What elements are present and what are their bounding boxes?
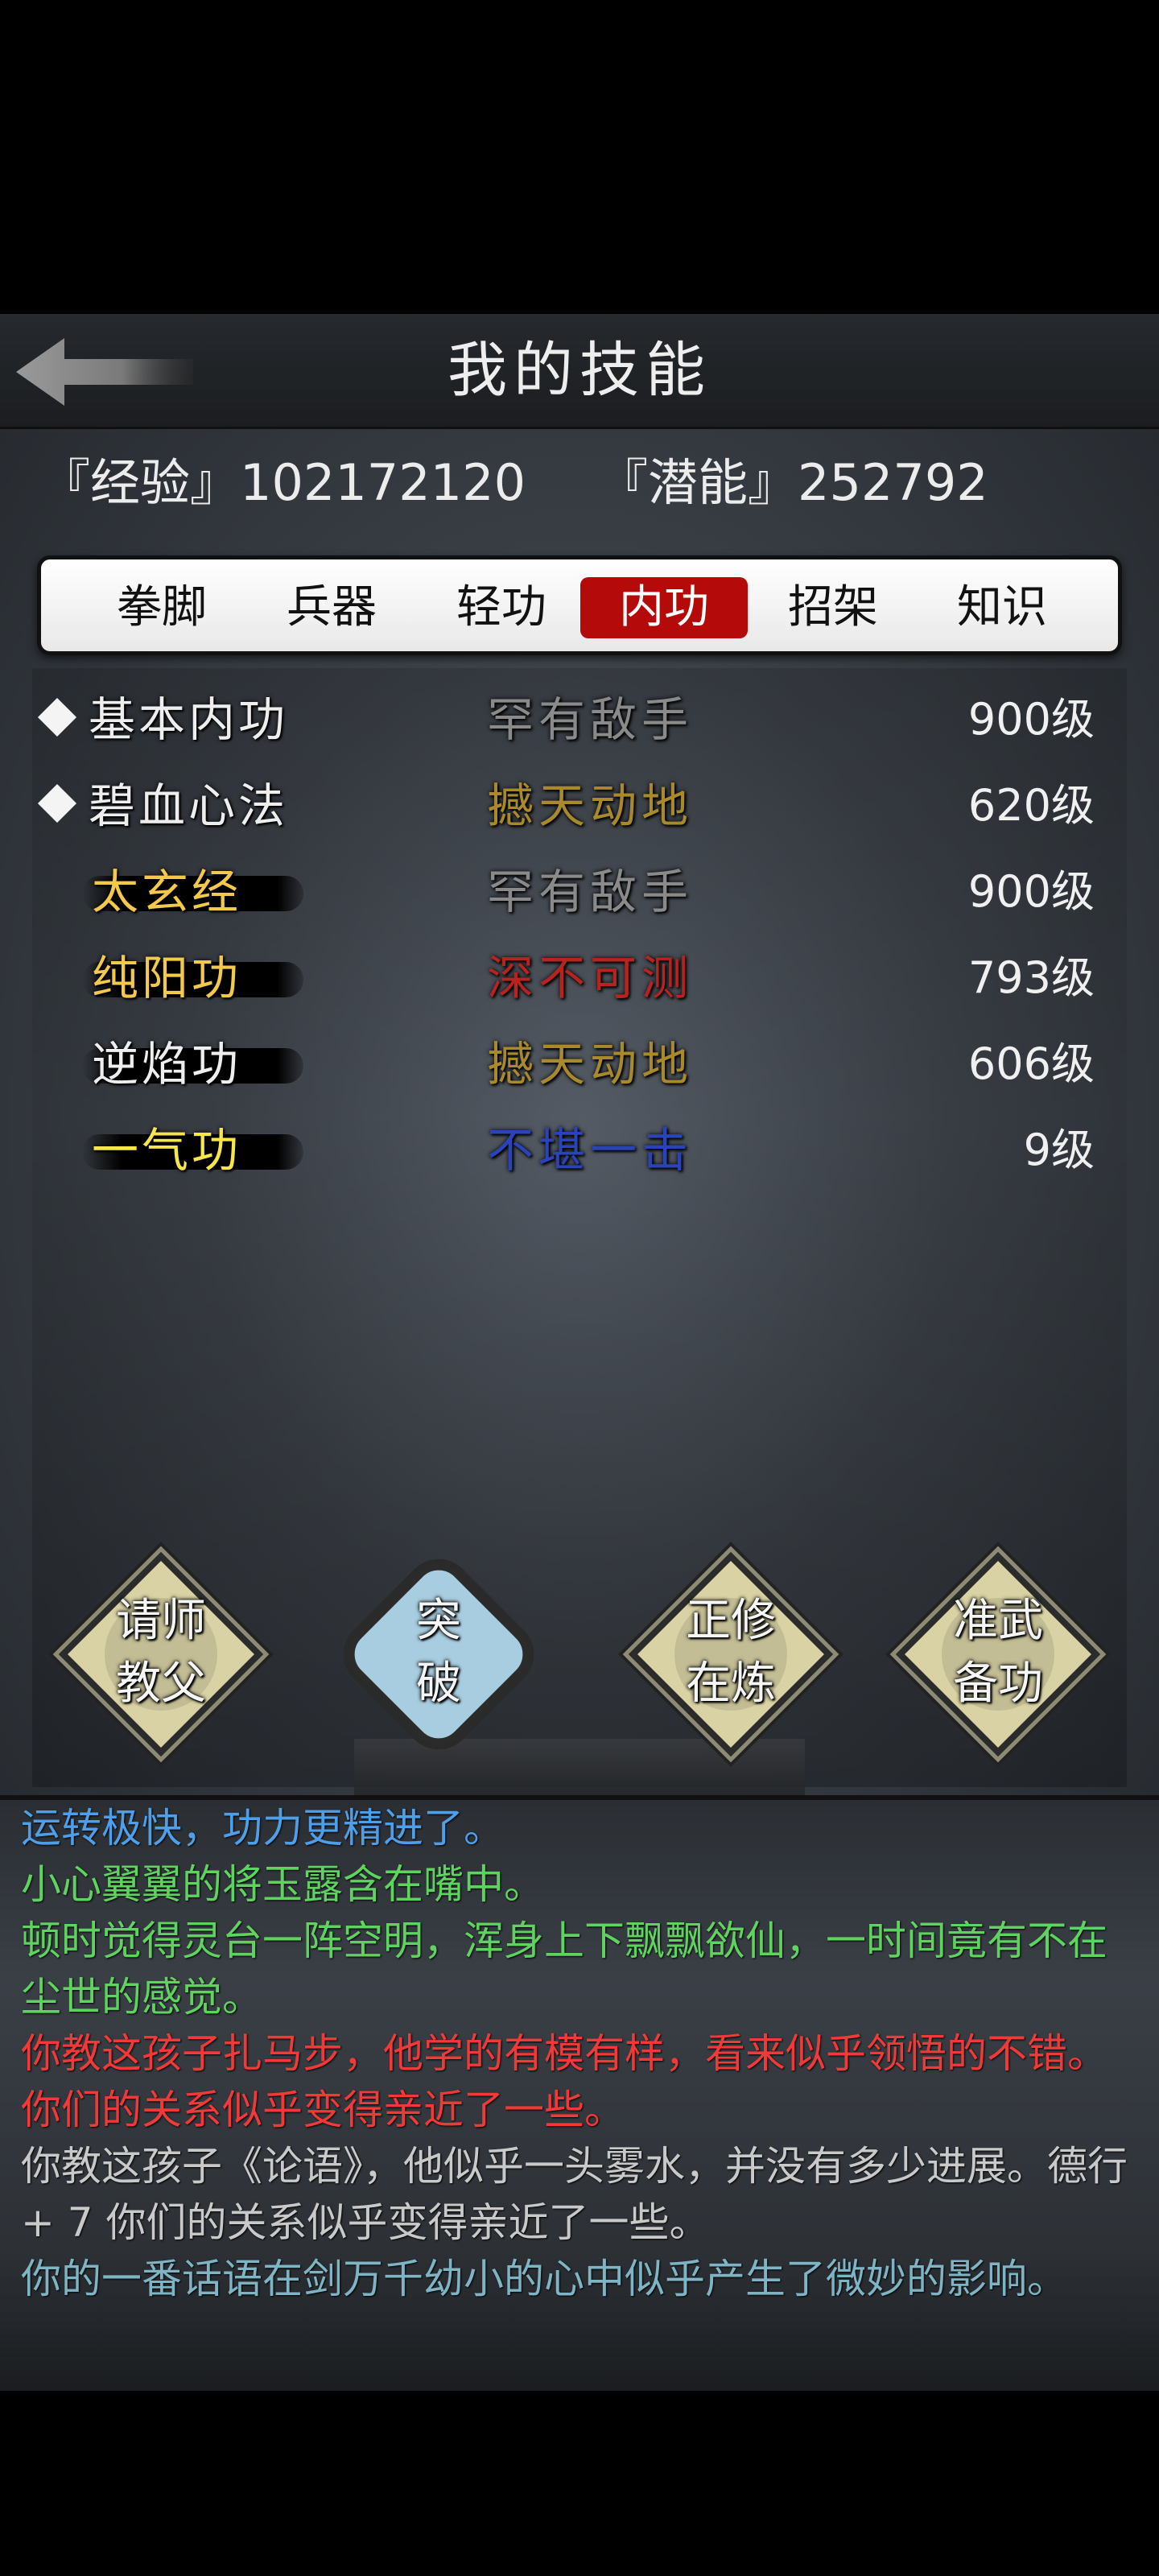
tab-qinggong[interactable]: 轻功	[418, 577, 585, 638]
log-line: 小心翼翼的将玉露含在嘴中。	[21, 1861, 544, 1908]
tab-zhaojia[interactable]: 招架	[749, 577, 917, 638]
skill-rank: 不堪一击	[487, 1123, 694, 1178]
skill-name: 逆焰功	[92, 1037, 242, 1092]
stats-line: 『经验』102172120 『潜能』252792	[40, 443, 988, 523]
skill-name: 基本内功	[89, 692, 289, 747]
cultivating-button[interactable]: 正修 在炼	[618, 1542, 843, 1767]
ask-master-button[interactable]: 请师 教父	[48, 1542, 274, 1767]
page-title: 我的技能	[448, 336, 711, 405]
skill-name: 碧血心法	[89, 778, 289, 833]
skill-level: 900级	[967, 694, 1095, 745]
log-line: 你教这孩子扎马步，他学的有模有样，看来似乎领悟的不错。 你们的关系似乎变得亲近了…	[21, 2030, 1120, 2133]
skill-level: 606级	[967, 1038, 1095, 1089]
skill-level: 9级	[1023, 1125, 1095, 1175]
tab-bingqi[interactable]: 兵器	[248, 577, 415, 638]
header-bar: 我的技能	[0, 314, 1159, 429]
skill-row[interactable]: 纯阳功 深不可测 793级	[32, 938, 1127, 1018]
skill-level: 620级	[967, 780, 1095, 831]
tab-quanjiao[interactable]: 拳脚	[78, 577, 245, 638]
breakthrough-button[interactable]: 突破	[326, 1542, 551, 1767]
nav-bar-area	[0, 2391, 1159, 2576]
skill-row[interactable]: 碧血心法 撼天动地 620级	[32, 766, 1127, 846]
skill-level: 900级	[967, 866, 1095, 917]
tab-zhishi[interactable]: 知识	[918, 577, 1086, 638]
skill-rank: 撼天动地	[487, 778, 694, 833]
equipped-marker-icon	[37, 697, 77, 737]
potential-value: 『潜能』252792	[598, 453, 988, 512]
log-line: 顿时觉得灵台一阵空明，浑身上下飘飘欲仙，一时间竟有不在尘世的感觉。	[21, 1918, 1107, 2021]
skill-row[interactable]: 一气功 不堪一击 9级	[32, 1110, 1127, 1191]
skills-screen: 我的技能 『经验』102172120 『潜能』252792 拳脚 兵器 轻功 内功…	[0, 314, 1159, 1795]
message-log-lines: 运转极快，功力更精进了。 小心翼翼的将玉露含在嘴中。 顿时觉得灵台一阵空明，浑身…	[21, 1800, 1140, 2307]
skill-level: 793级	[967, 952, 1095, 1003]
log-line: 你的一番话语在剑万千幼小的心中似乎产生了微妙的影响。	[21, 2256, 1067, 2302]
log-line: 运转极快，功力更精进了。	[21, 1805, 504, 1852]
log-line: 你教这孩子《论语》，他似乎一头雾水，并没有多少进展。德行 + 7 你们的关系似乎…	[21, 2143, 1140, 2246]
skill-name: 纯阳功	[92, 951, 242, 1005]
skill-row[interactable]: 逆焰功 撼天动地 606级	[32, 1024, 1127, 1104]
skill-name: 太玄经	[92, 865, 242, 919]
skill-rank: 罕有敌手	[487, 865, 694, 919]
skill-rank: 撼天动地	[487, 1037, 694, 1092]
skill-category-tabs: 拳脚 兵器 轻功 内功 招架 知识	[37, 555, 1122, 655]
skill-name: 一气功	[92, 1123, 242, 1178]
skill-rank: 罕有敌手	[487, 692, 694, 747]
experience-value: 『经验』102172120	[40, 453, 526, 512]
skill-row[interactable]: 基本内功 罕有敌手 900级	[32, 679, 1127, 760]
tab-neigong[interactable]: 内功	[580, 577, 748, 638]
skill-row[interactable]: 太玄经 罕有敌手 900级	[32, 852, 1127, 932]
equipped-marker-icon	[37, 783, 77, 824]
prepare-skill-button[interactable]: 准武 备功	[885, 1542, 1111, 1767]
message-log[interactable]: 运转极快，功力更精进了。 小心翼翼的将玉露含在嘴中。 顿时觉得灵台一阵空明，浑身…	[0, 1795, 1159, 2396]
skill-rank: 深不可测	[487, 951, 694, 1005]
status-bar-area	[0, 0, 1159, 314]
